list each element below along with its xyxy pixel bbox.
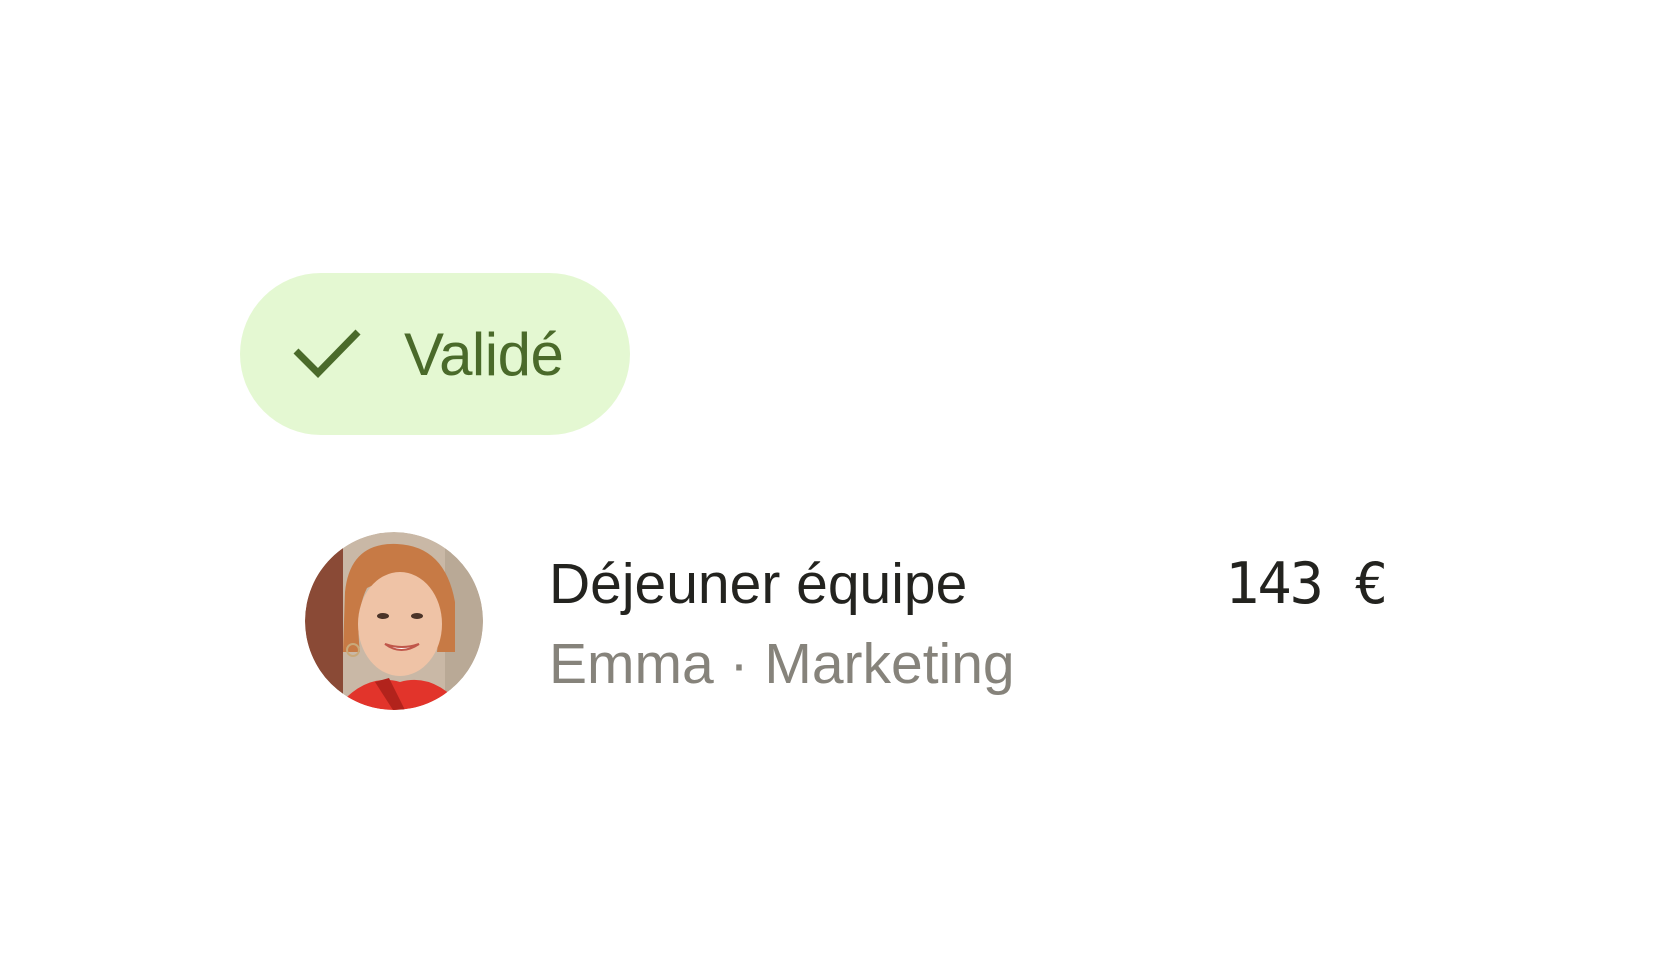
expense-subtitle: Emma · Marketing — [549, 632, 1015, 696]
expense-amount: 143 € — [1225, 551, 1389, 617]
status-label: Validé — [404, 320, 564, 388]
check-icon — [293, 329, 361, 378]
status-badge: Validé — [240, 273, 630, 435]
expense-title: Déjeuner équipe — [549, 552, 968, 616]
expense-row[interactable]: Déjeuner équipe Emma · Marketing 143 € — [305, 532, 1455, 712]
avatar — [305, 532, 483, 710]
